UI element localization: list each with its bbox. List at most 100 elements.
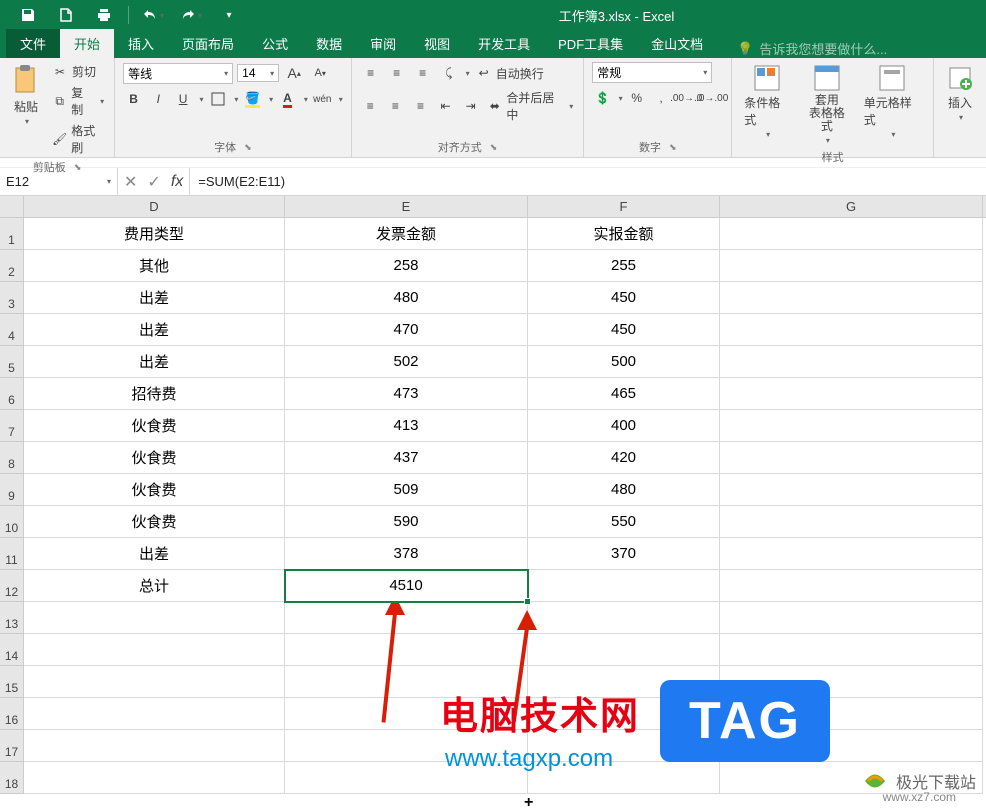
font-size-combo[interactable]: 14▾ [237,64,279,82]
tab-pdf[interactable]: PDF工具集 [544,29,637,58]
cell-d2[interactable]: 其他 [24,250,285,282]
print-button[interactable] [86,1,122,29]
cell-e8[interactable]: 437 [285,442,528,474]
comma-button[interactable]: , [651,87,671,109]
row-header[interactable]: 4 [0,314,24,346]
font-launcher[interactable]: ⬊ [244,142,252,153]
row-header[interactable]: 5 [0,346,24,378]
cell-e5[interactable]: 502 [285,346,528,378]
tab-view[interactable]: 视图 [410,29,464,58]
font-color-button[interactable]: A [277,88,298,110]
orientation-button[interactable]: ⤹ [438,62,460,84]
cell-d8[interactable]: 伙食费 [24,442,285,474]
col-header-d[interactable]: D [24,196,285,217]
cell-f7[interactable]: 400 [528,410,720,442]
cell-f9[interactable]: 480 [528,474,720,506]
tab-data[interactable]: 数据 [302,29,356,58]
increase-decimal-button[interactable]: .00→.0 [675,87,697,109]
row-header[interactable]: 6 [0,378,24,410]
insert-cells-button[interactable]: 插入▾ [942,62,978,124]
cell-g4[interactable] [720,314,983,346]
cell-e7[interactable]: 413 [285,410,528,442]
cell-f11[interactable]: 370 [528,538,720,570]
wrap-text-button[interactable]: ↩自动换行 [474,64,546,83]
align-right-button[interactable]: ≡ [410,95,431,117]
cut-button[interactable]: ✂剪切 [50,62,106,81]
cell-styles-button[interactable]: 单元格样式▾ [860,62,925,147]
underline-button[interactable]: U [173,88,194,110]
row-header[interactable]: 17 [0,730,24,762]
cell-e1[interactable]: 发票金额 [285,218,528,250]
row-header[interactable]: 16 [0,698,24,730]
cell-d17[interactable] [24,730,285,762]
cell-g10[interactable] [720,506,983,538]
accept-formula-icon[interactable]: ✓ [147,172,160,192]
row-header[interactable]: 9 [0,474,24,506]
table-format-button[interactable]: 套用 表格格式▾ [800,62,854,147]
row-header[interactable]: 2 [0,250,24,282]
cell-g5[interactable] [720,346,983,378]
select-all-corner[interactable] [0,196,24,217]
increase-font-button[interactable]: A▴ [283,62,305,84]
tab-insert[interactable]: 插入 [114,29,168,58]
cell-g1[interactable] [720,218,983,250]
phonetic-button[interactable]: wén [312,88,333,110]
row-header[interactable]: 11 [0,538,24,570]
indent-decrease-button[interactable]: ⇤ [435,95,456,117]
number-launcher[interactable]: ⬊ [669,142,677,153]
tell-me-search[interactable]: 💡 告诉我您想要做什么... [737,39,887,58]
cell-e9[interactable]: 509 [285,474,528,506]
cell-e12[interactable]: 4510 [285,570,528,602]
cell-d9[interactable]: 伙食费 [24,474,285,506]
row-header[interactable]: 18 [0,762,24,794]
cell-d7[interactable]: 伙食费 [24,410,285,442]
qat-customize-button[interactable]: ▾ [211,1,247,29]
cell-d15[interactable] [24,666,285,698]
cell-f14[interactable] [528,634,720,666]
tab-review[interactable]: 审阅 [356,29,410,58]
bold-button[interactable]: B [123,88,144,110]
new-button[interactable] [48,1,84,29]
redo-button[interactable]: ▾ [173,1,209,29]
col-header-e[interactable]: E [285,196,528,217]
tab-layout[interactable]: 页面布局 [168,29,248,58]
cell-e11[interactable]: 378 [285,538,528,570]
row-header[interactable]: 3 [0,282,24,314]
cell-d4[interactable]: 出差 [24,314,285,346]
cell-d11[interactable]: 出差 [24,538,285,570]
cell-g12[interactable] [720,570,983,602]
tab-kingsoft[interactable]: 金山文档 [637,29,717,58]
save-button[interactable] [10,1,46,29]
cell-f2[interactable]: 255 [528,250,720,282]
name-box[interactable]: E12▾ [0,168,118,195]
align-left-button[interactable]: ≡ [360,95,381,117]
align-middle-button[interactable]: ≡ [386,62,408,84]
cell-g13[interactable] [720,602,983,634]
cell-f1[interactable]: 实报金额 [528,218,720,250]
row-header[interactable]: 8 [0,442,24,474]
align-bottom-button[interactable]: ≡ [412,62,434,84]
tab-formulas[interactable]: 公式 [248,29,302,58]
format-painter-button[interactable]: 🖌格式刷 [50,121,106,157]
indent-increase-button[interactable]: ⇥ [460,95,481,117]
font-name-combo[interactable]: 等线▾ [123,63,233,84]
cell-e14[interactable] [285,634,528,666]
row-header[interactable]: 7 [0,410,24,442]
cell-d5[interactable]: 出差 [24,346,285,378]
row-header[interactable]: 13 [0,602,24,634]
cell-d1[interactable]: 费用类型 [24,218,285,250]
cell-d18[interactable] [24,762,285,794]
fill-handle[interactable] [524,598,531,605]
border-button[interactable] [208,88,229,110]
cell-f5[interactable]: 500 [528,346,720,378]
tab-file[interactable]: 文件 [6,29,60,58]
decrease-decimal-button[interactable]: .0→.00 [701,87,723,109]
tab-home[interactable]: 开始 [60,29,114,58]
cell-f6[interactable]: 465 [528,378,720,410]
row-header[interactable]: 15 [0,666,24,698]
cell-d14[interactable] [24,634,285,666]
cell-g6[interactable] [720,378,983,410]
cell-f12[interactable] [528,570,720,602]
undo-button[interactable]: ▾ [135,1,171,29]
fx-icon[interactable]: fx [171,173,183,191]
